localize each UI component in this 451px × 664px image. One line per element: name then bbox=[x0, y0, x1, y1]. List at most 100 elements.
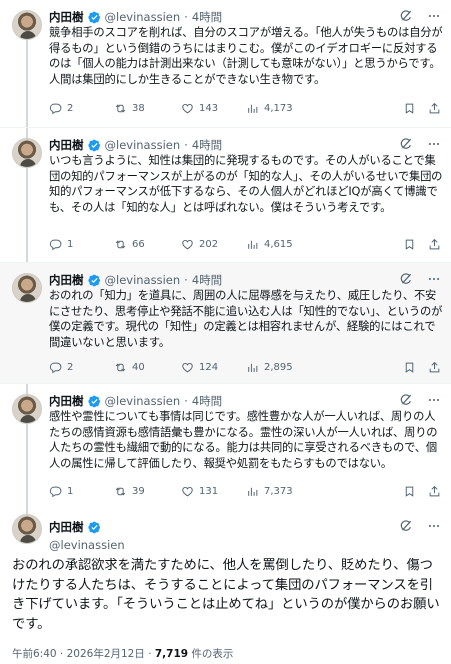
like-icon bbox=[181, 485, 194, 498]
author-name[interactable]: 内田樹 bbox=[49, 393, 84, 409]
tweet-time[interactable]: 4時間 bbox=[192, 137, 222, 153]
tweet-text: いつも言うように、知性は集団的に発現するものです。その人がいることで集団の知的パ… bbox=[49, 154, 443, 214]
verified-badge-icon bbox=[88, 274, 101, 287]
avatar[interactable] bbox=[12, 138, 42, 168]
verified-badge-icon bbox=[88, 521, 101, 534]
repost-count: 39 bbox=[132, 485, 145, 497]
thread-tweet[interactable]: 内田樹 @levinassien · 4時間 感性や霊性についても事情は同じです… bbox=[0, 384, 451, 508]
repost-count: 66 bbox=[132, 238, 145, 250]
more-icon[interactable] bbox=[427, 519, 441, 533]
tweet-actions: 2 38 143 4,173 bbox=[49, 100, 441, 116]
more-icon[interactable] bbox=[427, 9, 441, 23]
repost-count: 38 bbox=[132, 102, 145, 114]
grok-icon[interactable] bbox=[399, 9, 413, 23]
thread-tweet[interactable]: 内田樹 @levinassien · 4時間 競争相手のスコアを削れば、自分のス… bbox=[0, 0, 451, 128]
bookmark-icon[interactable] bbox=[403, 238, 416, 251]
like-count: 202 bbox=[199, 238, 219, 250]
more-icon[interactable] bbox=[427, 137, 441, 151]
reply-button[interactable]: 2 bbox=[49, 102, 114, 115]
bookmark-icon[interactable] bbox=[403, 485, 416, 498]
author-handle[interactable]: @levinassien bbox=[49, 538, 125, 552]
views-button[interactable]: 7,373 bbox=[246, 485, 316, 498]
repost-button[interactable]: 66 bbox=[114, 238, 181, 251]
tweet-actions: 1 66 202 4,615 bbox=[49, 236, 441, 252]
author-name[interactable]: 内田樹 bbox=[49, 272, 84, 288]
verified-badge-icon bbox=[88, 11, 101, 24]
separator-dot: · bbox=[184, 394, 188, 408]
author-name[interactable]: 内田樹 bbox=[49, 137, 84, 153]
repost-button[interactable]: 40 bbox=[114, 361, 181, 374]
like-count: 131 bbox=[199, 485, 219, 497]
like-button[interactable]: 131 bbox=[181, 485, 246, 498]
verified-badge-icon bbox=[88, 139, 101, 152]
like-button[interactable]: 202 bbox=[181, 238, 246, 251]
like-button[interactable]: 124 bbox=[181, 361, 246, 374]
like-icon bbox=[181, 361, 194, 374]
author-name[interactable]: 内田樹 bbox=[49, 9, 84, 25]
avatar[interactable] bbox=[12, 10, 42, 40]
more-icon[interactable] bbox=[427, 272, 441, 286]
author-handle[interactable]: @levinassien bbox=[105, 273, 181, 287]
tweet-end-actions bbox=[403, 238, 441, 251]
reply-icon bbox=[49, 361, 62, 374]
reply-button[interactable]: 1 bbox=[49, 485, 114, 498]
like-count: 143 bbox=[199, 102, 219, 114]
grok-icon[interactable] bbox=[399, 272, 413, 286]
more-icon[interactable] bbox=[427, 393, 441, 407]
thread-tweet[interactable]: 内田樹 @levinassien · 4時間 おのれの「知力」を道具に、周囲の人… bbox=[0, 263, 451, 384]
tweet-time[interactable]: 4時間 bbox=[192, 272, 222, 288]
views-button[interactable]: 4,173 bbox=[246, 102, 316, 115]
repost-count: 40 bbox=[132, 361, 145, 373]
tweet-end-actions bbox=[403, 361, 441, 374]
avatar[interactable] bbox=[12, 394, 42, 424]
share-icon[interactable] bbox=[428, 485, 441, 498]
views-icon bbox=[246, 238, 259, 251]
author-handle[interactable]: @levinassien bbox=[105, 138, 181, 152]
separator-dot: · bbox=[184, 273, 188, 287]
tweet-header: 内田樹 @levinassien · 4時間 bbox=[49, 137, 222, 153]
repost-button[interactable]: 39 bbox=[114, 485, 181, 498]
share-icon[interactable] bbox=[428, 238, 441, 251]
tweet-actions: 2 40 124 2,895 bbox=[49, 359, 441, 375]
author-name[interactable]: 内田樹 bbox=[49, 519, 84, 535]
timestamp[interactable]: 午前6:40 · 2026年2月12日 · bbox=[12, 648, 155, 660]
avatar[interactable] bbox=[12, 273, 42, 303]
reply-icon bbox=[49, 102, 62, 115]
separator-dot: · bbox=[184, 138, 188, 152]
main-tweet-text: おのれの承認欲求を満たすために、他人を罵倒したり、貶めたり、傷つけたりする人たち… bbox=[12, 558, 440, 632]
bookmark-icon[interactable] bbox=[403, 361, 416, 374]
author-handle[interactable]: @levinassien bbox=[105, 10, 181, 24]
tweet-end-actions bbox=[403, 485, 441, 498]
share-icon[interactable] bbox=[428, 361, 441, 374]
bookmark-icon[interactable] bbox=[403, 102, 416, 115]
grok-icon[interactable] bbox=[399, 137, 413, 151]
tweet-text: 感性や霊性についても事情は同じです。感性豊かな人が一人いれば、周りの人たちの感情… bbox=[49, 410, 438, 470]
reply-button[interactable]: 1 bbox=[49, 238, 114, 251]
main-tweet-header: 内田樹 @levinassien bbox=[49, 519, 125, 552]
views-button[interactable]: 2,895 bbox=[246, 361, 316, 374]
tweet-corner-actions bbox=[399, 137, 441, 151]
reply-count: 2 bbox=[67, 361, 74, 373]
reply-icon bbox=[49, 485, 62, 498]
tweet-text: 競争相手のスコアを削れば、自分のスコアが増える。「他人が失うものは自分が得るもの… bbox=[49, 26, 443, 86]
author-handle[interactable]: @levinassien bbox=[105, 394, 181, 408]
like-button[interactable]: 143 bbox=[181, 102, 246, 115]
reply-count: 1 bbox=[67, 238, 74, 250]
verified-badge-icon bbox=[88, 395, 101, 408]
repost-button[interactable]: 38 bbox=[114, 102, 181, 115]
grok-icon[interactable] bbox=[399, 519, 413, 533]
thread-tweet[interactable]: 内田樹 @levinassien · 4時間 いつも言うように、知性は集団的に発… bbox=[0, 128, 451, 263]
avatar[interactable] bbox=[12, 514, 42, 544]
share-icon[interactable] bbox=[428, 102, 441, 115]
tweet-corner-actions bbox=[399, 9, 441, 23]
views-icon bbox=[246, 485, 259, 498]
reply-button[interactable]: 2 bbox=[49, 361, 114, 374]
views-icon bbox=[246, 102, 259, 115]
tweet-actions: 1 39 131 7,373 bbox=[49, 483, 441, 499]
grok-icon[interactable] bbox=[399, 393, 413, 407]
tweet-time[interactable]: 4時間 bbox=[192, 9, 222, 25]
repost-icon bbox=[114, 361, 127, 374]
tweet-time[interactable]: 4時間 bbox=[192, 393, 222, 409]
views-button[interactable]: 4,615 bbox=[246, 238, 316, 251]
reply-count: 2 bbox=[67, 102, 74, 114]
